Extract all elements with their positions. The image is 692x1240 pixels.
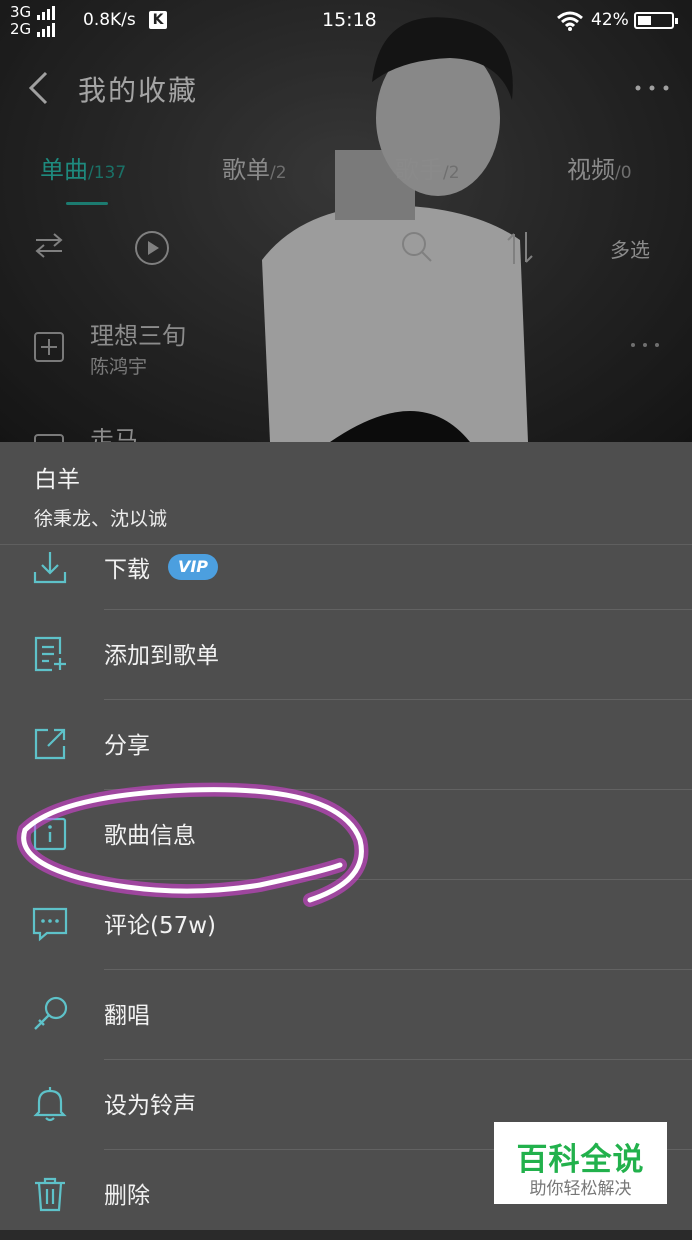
app-badge-icon: K (149, 11, 167, 29)
tab-playlists[interactable]: 歌单/2 (222, 150, 287, 185)
list-item[interactable]: 走马 (0, 412, 692, 442)
tab-artists-count: /2 (443, 163, 460, 183)
comment-item[interactable]: 评论(57w) (0, 880, 692, 970)
network-indicator: 3G 2G (10, 3, 56, 38)
network-speed: 0.8K/s (83, 10, 136, 30)
song-name: 理想三旬 (90, 322, 186, 350)
watermark-logo: 百科全说 助你轻松解决 (494, 1122, 667, 1204)
comment-label: 评论(57w) (104, 913, 217, 939)
back-icon[interactable] (26, 70, 52, 106)
clock: 15:18 (322, 9, 377, 31)
watermark-title: 百科全说 (516, 1142, 645, 1178)
sheet-song-title: 白羊 (34, 467, 80, 493)
tab-playlists-label: 歌单 (222, 156, 270, 184)
download-label: 下载 (104, 557, 150, 583)
share-item[interactable]: 分享 (0, 700, 692, 790)
set-ringtone-label: 设为铃声 (104, 1093, 196, 1119)
share-icon (34, 728, 66, 760)
shuffle-icon[interactable] (34, 230, 64, 260)
download-icon (33, 552, 67, 584)
tab-artists-label: 歌手 (395, 156, 443, 184)
status-bar: 3G 2G 0.8K/s K 15:18 42% (0, 0, 692, 44)
tab-videos-label: 视频 (567, 156, 615, 184)
tab-playlists-count: /2 (270, 163, 287, 183)
add-icon[interactable] (34, 434, 64, 442)
signal-icon (37, 5, 56, 20)
multi-select-button[interactable]: 多选 (610, 234, 650, 263)
signal-icon (37, 22, 56, 37)
song-info-label: 歌曲信息 (104, 823, 196, 849)
search-icon[interactable] (400, 230, 434, 264)
microphone-icon (34, 996, 68, 1030)
more-dots-icon[interactable] (630, 342, 660, 348)
tab-songs-label: 单曲 (40, 156, 88, 184)
list-item[interactable]: 理想三旬 陈鸿宇 (0, 310, 692, 400)
battery-icon (634, 12, 678, 29)
network-top-label: 3G (10, 3, 32, 21)
battery-percent: 42% (591, 10, 629, 30)
delete-label: 删除 (104, 1183, 150, 1209)
cover-item[interactable]: 翻唱 (0, 970, 692, 1060)
add-to-playlist-item[interactable]: 添加到歌单 (0, 610, 692, 700)
info-icon (33, 817, 67, 851)
song-action-sheet: 白羊 徐秉龙、沈以诚 下载 VIP 添加到歌单 分享 歌曲信息 评论(57w) … (0, 442, 692, 1230)
sort-icon[interactable] (504, 230, 536, 266)
song-artist: 陈鸿宇 (90, 356, 148, 378)
add-icon[interactable] (34, 332, 64, 362)
network-bottom-label: 2G (10, 20, 32, 38)
more-dots-icon[interactable] (634, 84, 670, 92)
sheet-song-artists: 徐秉龙、沈以诚 (34, 508, 168, 530)
vip-badge: VIP (168, 554, 218, 580)
wifi-icon (557, 11, 583, 31)
tab-songs-count: /137 (88, 163, 127, 183)
watermark-subtitle: 助你轻松解决 (529, 1179, 632, 1199)
cover-label: 翻唱 (104, 1003, 150, 1029)
active-tab-indicator (66, 202, 108, 205)
sheet-header: 白羊 徐秉龙、沈以诚 (0, 442, 692, 545)
comment-icon (32, 907, 68, 942)
tab-videos[interactable]: 视频/0 (567, 150, 632, 185)
collection-tabs: 单曲/137 歌单/2 歌手/2 视频/0 (0, 140, 692, 210)
trash-icon (35, 1177, 65, 1212)
header-bar: 我的收藏 (0, 56, 692, 116)
add-to-playlist-icon (34, 636, 66, 672)
song-info-item[interactable]: 歌曲信息 (0, 790, 692, 880)
bell-icon (33, 1087, 67, 1122)
play-circle-icon[interactable] (134, 230, 170, 266)
song-name: 走马 (90, 426, 138, 442)
tab-songs[interactable]: 单曲/137 (40, 150, 126, 185)
add-to-playlist-label: 添加到歌单 (104, 643, 219, 669)
tab-artists[interactable]: 歌手/2 (395, 150, 460, 185)
download-item[interactable]: 下载 VIP (0, 544, 692, 610)
tab-videos-count: /0 (615, 163, 632, 183)
page-title: 我的收藏 (78, 74, 199, 107)
list-toolbar: 多选 (0, 226, 692, 272)
share-label: 分享 (104, 733, 150, 759)
